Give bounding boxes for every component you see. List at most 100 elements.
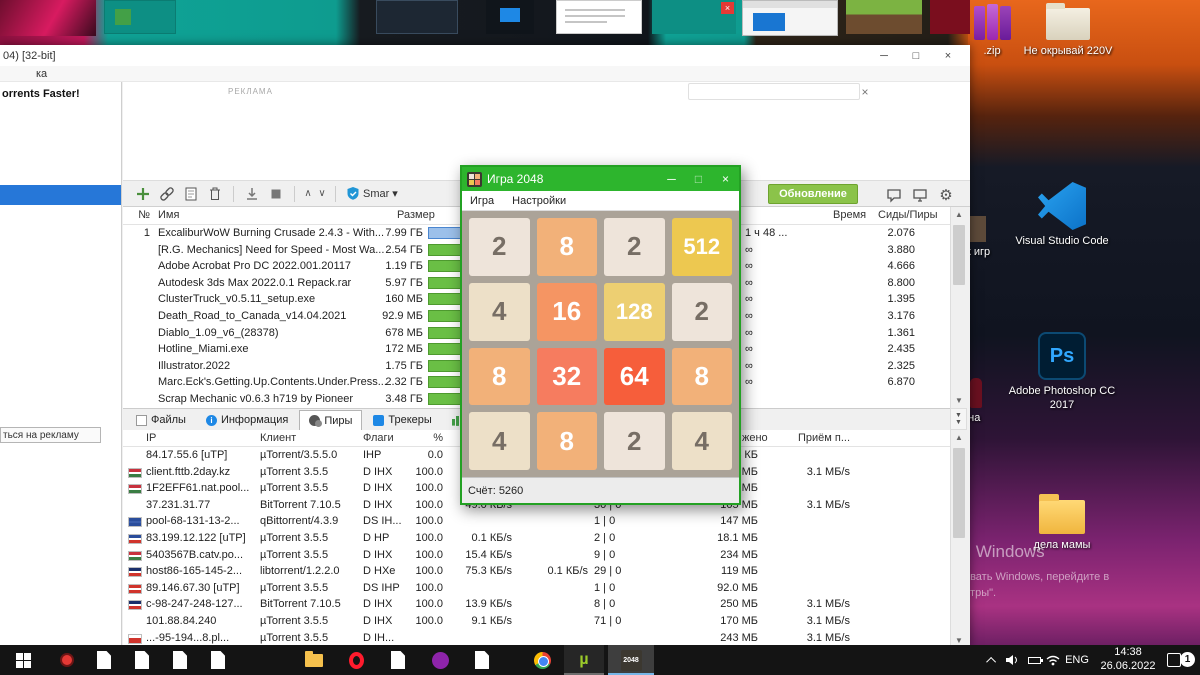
window-thumbnail[interactable]: ×: [652, 0, 736, 34]
remove-button[interactable]: [205, 184, 225, 204]
taskbar-app-2048[interactable]: 2048: [608, 645, 654, 675]
partial-desktop-icon[interactable]: [970, 216, 986, 242]
sidebar-selected-item[interactable]: [0, 185, 121, 205]
taskbar-app-document[interactable]: [464, 645, 500, 675]
game-titlebar[interactable]: Игра 2048 ─ □ ×: [462, 167, 739, 191]
peer-row[interactable]: host86-165-145-2...libtorrent/1.2.2.0D H…: [123, 563, 950, 580]
move-up-icon[interactable]: ∧: [301, 188, 315, 199]
ad-close-icon[interactable]: ×: [858, 85, 872, 99]
chat-icon[interactable]: [884, 185, 904, 205]
tab-peers[interactable]: Пиры: [299, 410, 362, 430]
taskbar-app-document[interactable]: [86, 645, 122, 675]
scroll-down-icon[interactable]: ▼: [951, 393, 967, 408]
dropdown-arrow-icon: ▾: [392, 187, 398, 200]
desktop-icon-folder-220v[interactable]: Не окрывай 220V: [1018, 8, 1118, 59]
report-ad-button[interactable]: ться на рекламу: [0, 427, 101, 443]
col-name[interactable]: Имя: [158, 209, 179, 221]
detail-panel-toggle[interactable]: ▼▼: [950, 408, 967, 430]
utorrent-titlebar[interactable]: 04) [32-bit] ─ □ ×: [0, 45, 970, 66]
col-time[interactable]: Время: [833, 209, 866, 221]
remote-monitor-icon[interactable]: [910, 185, 930, 205]
col-downloaded[interactable]: жено: [742, 432, 768, 444]
window-thumbnail[interactable]: [0, 0, 96, 36]
taskbar-app-utorrent[interactable]: µ: [564, 645, 604, 675]
peer-row[interactable]: 89.146.67.30 [uTP]µTorrent 3.5.5DS IHP10…: [123, 580, 950, 597]
taskbar-app-explorer[interactable]: [296, 645, 332, 675]
action-center-icon: [1167, 653, 1181, 667]
tray-volume[interactable]: [1002, 645, 1022, 675]
maximize-button[interactable]: □: [685, 167, 712, 191]
col-rate[interactable]: Приём п...: [798, 432, 850, 444]
document-window-thumbnail[interactable]: [556, 0, 642, 34]
smart-dropdown[interactable]: Smar ▾: [346, 186, 398, 201]
record-icon: [60, 653, 74, 667]
taskbar-app-document[interactable]: [200, 645, 236, 675]
move-down-icon[interactable]: ∨: [315, 188, 329, 199]
close-button[interactable]: ×: [932, 45, 964, 66]
tray-network[interactable]: [1044, 645, 1062, 675]
game-board[interactable]: 2 8 2 512 4 16 128 2 8 32 64 8 4 8 2 4: [462, 211, 739, 477]
window-thumbnail[interactable]: [376, 0, 458, 34]
col-ip[interactable]: IP: [146, 432, 156, 444]
partial-desktop-icon[interactable]: [970, 378, 982, 408]
menu-game[interactable]: Игра: [470, 195, 494, 207]
menubar[interactable]: ка: [0, 66, 970, 82]
col-size[interactable]: Размер: [397, 209, 435, 221]
col-flags[interactable]: Флаги: [363, 432, 394, 444]
window-thumbnail[interactable]: [486, 0, 534, 34]
peer-row[interactable]: 101.88.84.240µTorrent 3.5.5D IHX100.09.1…: [123, 613, 950, 630]
peer-list-scrollbar[interactable]: ▲ ▼: [950, 430, 967, 648]
menu-settings[interactable]: Настройки: [512, 195, 566, 207]
scroll-up-icon[interactable]: ▲: [951, 430, 967, 445]
wifi-icon: [1045, 654, 1061, 666]
notification-badge[interactable]: 1: [1180, 652, 1195, 667]
tab-files[interactable]: Файлы: [127, 410, 195, 430]
create-torrent-button[interactable]: [181, 184, 201, 204]
scroll-thumb[interactable]: [953, 448, 965, 538]
taskbar-app-document[interactable]: [380, 645, 416, 675]
peer-row[interactable]: c-98-247-248-127...BitTorrent 7.10.5D IH…: [123, 596, 950, 613]
minecraft-window-thumbnail[interactable]: [846, 0, 922, 34]
window-thumbnail[interactable]: [930, 0, 970, 34]
maximize-button[interactable]: □: [900, 45, 932, 66]
add-link-button[interactable]: [157, 184, 177, 204]
peer-row[interactable]: 83.199.12.122 [uTP]µTorrent 3.5.5D HP100…: [123, 530, 950, 547]
torrent-list-scrollbar[interactable]: ▲ ▼: [950, 207, 967, 408]
gear-icon[interactable]: ⚙: [936, 185, 956, 205]
stop-button[interactable]: [266, 184, 286, 204]
minimize-button[interactable]: ─: [868, 45, 900, 66]
peer-row[interactable]: 5403567B.catv.po...µTorrent 3.5.5D IHX10…: [123, 547, 950, 564]
add-torrent-button[interactable]: [133, 184, 153, 204]
tab-info[interactable]: iИнформация: [197, 410, 297, 430]
start-button[interactable]: [0, 645, 46, 675]
update-button[interactable]: Обновление: [768, 184, 858, 204]
window-thumbnail[interactable]: [742, 0, 838, 36]
taskbar-app-chrome[interactable]: [524, 645, 560, 675]
close-icon[interactable]: ×: [721, 2, 734, 14]
desktop-icon-photoshop[interactable]: Ps Adobe Photoshop CC 2017: [1008, 332, 1116, 413]
scroll-thumb[interactable]: [953, 225, 965, 285]
minimize-button[interactable]: ─: [658, 167, 685, 191]
col-percent[interactable]: %: [393, 432, 443, 444]
recording-indicator[interactable]: [50, 645, 84, 675]
taskbar-app-opera[interactable]: [338, 645, 374, 675]
minecraft-window-thumbnail[interactable]: [104, 0, 176, 34]
clock[interactable]: 14:3826.06.2022: [1094, 645, 1162, 675]
language-indicator[interactable]: ENG: [1062, 645, 1092, 675]
close-button[interactable]: ×: [712, 167, 739, 191]
scroll-up-icon[interactable]: ▲: [951, 207, 967, 222]
desktop-icon-vscode[interactable]: Visual Studio Code: [1010, 182, 1114, 249]
desktop-icon-zip[interactable]: .zip: [966, 4, 1018, 59]
col-seeds-peers[interactable]: Сиды/Пиры: [878, 209, 938, 221]
tray-expand-button[interactable]: [984, 645, 1000, 675]
col-client[interactable]: Клиент: [260, 432, 296, 444]
tab-trackers[interactable]: Трекеры: [364, 410, 440, 430]
peer-row[interactable]: pool-68-131-13-2...qBittorrent/4.3.9DS I…: [123, 513, 950, 530]
taskbar-app-document[interactable]: [124, 645, 160, 675]
taskbar-app-media[interactable]: [422, 645, 458, 675]
taskbar-app-document[interactable]: [162, 645, 198, 675]
col-number[interactable]: №: [123, 209, 150, 221]
ad-frame[interactable]: [688, 83, 860, 100]
tray-battery[interactable]: [1024, 645, 1044, 675]
start-button[interactable]: [242, 184, 262, 204]
